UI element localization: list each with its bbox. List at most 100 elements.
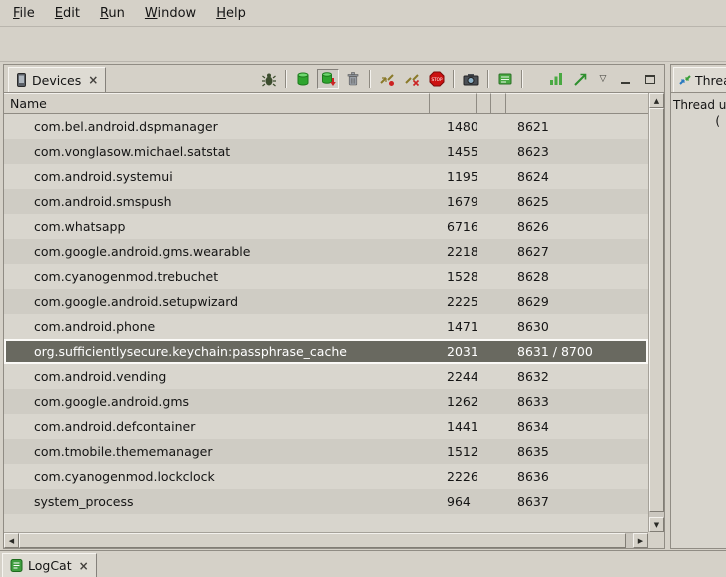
- systrace-icon[interactable]: [494, 69, 516, 89]
- logcat-icon: [10, 558, 23, 573]
- process-pid: 22185: [430, 239, 477, 264]
- process-port: 8635: [506, 439, 648, 464]
- column-header-pid[interactable]: [430, 93, 477, 114]
- stop-process-icon[interactable]: STOP: [426, 69, 448, 89]
- device-icon: [16, 73, 27, 87]
- process-cell-a: [477, 389, 491, 414]
- process-pid: 1679: [430, 189, 477, 214]
- column-header-port[interactable]: [506, 93, 648, 114]
- menu-item[interactable]: Edit: [46, 3, 89, 24]
- scroll-left-icon[interactable]: ◀: [4, 533, 19, 548]
- process-port: 8631 / 8700: [506, 339, 648, 364]
- process-pid: 964: [430, 489, 477, 514]
- eclipse-ddms-window: FileEditRunWindowHelp Devices ×: [0, 0, 726, 577]
- dump-hprof-icon[interactable]: [317, 69, 339, 89]
- process-name: com.bel.android.dspmanager: [4, 114, 430, 139]
- process-cell-a: [477, 264, 491, 289]
- scroll-right-icon[interactable]: ▶: [633, 533, 648, 548]
- process-row[interactable]: com.android.vending 22440 8632: [4, 364, 648, 389]
- process-port: 8625: [506, 189, 648, 214]
- process-name: com.cyanogenmod.trebuchet: [4, 264, 430, 289]
- tab-logcat-label: LogCat: [28, 558, 72, 573]
- screen-capture-icon[interactable]: [460, 69, 482, 89]
- hierarchy-viewer-icon[interactable]: [545, 69, 567, 89]
- process-pid: 22265: [430, 464, 477, 489]
- process-row[interactable]: com.google.android.gms.wearable 22185 86…: [4, 239, 648, 264]
- process-row[interactable]: org.sufficientlysecure.keychain:passphra…: [4, 339, 648, 364]
- menu-item[interactable]: Run: [91, 3, 134, 24]
- process-cell-b: [491, 364, 506, 389]
- table-header: Name: [4, 93, 648, 114]
- threads-message-line1: Thread up: [673, 97, 724, 113]
- process-row[interactable]: com.cyanogenmod.trebuchet 1528 8628: [4, 264, 648, 289]
- main-toolbar: [0, 26, 726, 62]
- process-pid: 1512: [430, 439, 477, 464]
- vertical-scroll-thumb[interactable]: [649, 108, 664, 512]
- process-row[interactable]: com.android.defcontainer 14411 8634: [4, 414, 648, 439]
- toolbar-separator: [521, 70, 523, 88]
- process-name: com.tmobile.thememanager: [4, 439, 430, 464]
- process-name: com.cyanogenmod.lockclock: [4, 464, 430, 489]
- process-row[interactable]: com.bel.android.dspmanager 1480 8621: [4, 114, 648, 139]
- debug-icon[interactable]: [258, 69, 280, 89]
- process-row[interactable]: com.vonglasow.michael.satstat 14553 8623: [4, 139, 648, 164]
- process-row[interactable]: com.android.smspush 1679 8625: [4, 189, 648, 214]
- process-row[interactable]: com.android.phone 1471 8630: [4, 314, 648, 339]
- process-pid: 12623: [430, 389, 477, 414]
- process-name: com.android.systemui: [4, 164, 430, 189]
- process-cell-b: [491, 189, 506, 214]
- menu-bar: FileEditRunWindowHelp: [0, 0, 726, 26]
- menu-item[interactable]: Help: [207, 3, 255, 24]
- process-port: 8628: [506, 264, 648, 289]
- menu-item[interactable]: File: [4, 3, 44, 24]
- process-row[interactable]: com.android.systemui 1195 8624: [4, 164, 648, 189]
- tab-logcat[interactable]: LogCat ×: [2, 553, 97, 577]
- process-cell-a: [477, 114, 491, 139]
- process-row[interactable]: com.whatsapp 6716 8626: [4, 214, 648, 239]
- maximize-icon[interactable]: [639, 69, 661, 89]
- vertical-scrollbar[interactable]: ▲ ▼: [648, 93, 664, 532]
- process-cell-b: [491, 239, 506, 264]
- process-port: 8632: [506, 364, 648, 389]
- process-port: 8637: [506, 489, 648, 514]
- minimize-icon[interactable]: [614, 69, 636, 89]
- process-row[interactable]: com.google.android.setupwizard 22250 862…: [4, 289, 648, 314]
- process-row[interactable]: com.cyanogenmod.lockclock 22265 8636: [4, 464, 648, 489]
- process-row[interactable]: system_process 964 8637: [4, 489, 648, 514]
- devices-view: Devices ×: [3, 64, 665, 549]
- column-header-b[interactable]: [491, 93, 506, 114]
- tab-devices[interactable]: Devices ×: [8, 67, 106, 92]
- process-cell-b: [491, 314, 506, 339]
- process-cell-b: [491, 114, 506, 139]
- logcat-view: LogCat ×: [0, 550, 726, 577]
- menu-item[interactable]: Window: [136, 3, 205, 24]
- view-menu-icon[interactable]: ▽: [595, 69, 611, 89]
- method-profiling-icon[interactable]: [401, 69, 423, 89]
- tab-threads[interactable]: Threads: [673, 67, 726, 92]
- column-header-a[interactable]: [477, 93, 491, 114]
- threads-icon: [678, 73, 692, 87]
- process-name: com.vonglasow.michael.satstat: [4, 139, 430, 164]
- close-icon[interactable]: ×: [86, 73, 98, 87]
- update-heap-icon[interactable]: [292, 69, 314, 89]
- close-icon[interactable]: ×: [77, 559, 89, 573]
- horizontal-scroll-thumb[interactable]: [19, 533, 626, 548]
- process-cell-a: [477, 239, 491, 264]
- scroll-up-icon[interactable]: ▲: [649, 93, 664, 108]
- process-row[interactable]: com.google.android.gms 12623 8633: [4, 389, 648, 414]
- process-pid: 22250: [430, 289, 477, 314]
- cause-gc-icon[interactable]: [342, 69, 364, 89]
- process-cell-b: [491, 139, 506, 164]
- scroll-down-icon[interactable]: ▼: [649, 517, 664, 532]
- opengl-trace-icon[interactable]: [570, 69, 592, 89]
- process-cell-a: [477, 189, 491, 214]
- process-port: 8626: [506, 214, 648, 239]
- horizontal-scrollbar[interactable]: ◀ ▶: [4, 532, 648, 548]
- toolbar-separator: [369, 70, 371, 88]
- process-port: 8636: [506, 464, 648, 489]
- update-threads-icon[interactable]: [376, 69, 398, 89]
- process-cell-b: [491, 264, 506, 289]
- process-cell-b: [491, 289, 506, 314]
- column-header-name[interactable]: Name: [4, 93, 430, 114]
- process-row[interactable]: com.tmobile.thememanager 1512 8635: [4, 439, 648, 464]
